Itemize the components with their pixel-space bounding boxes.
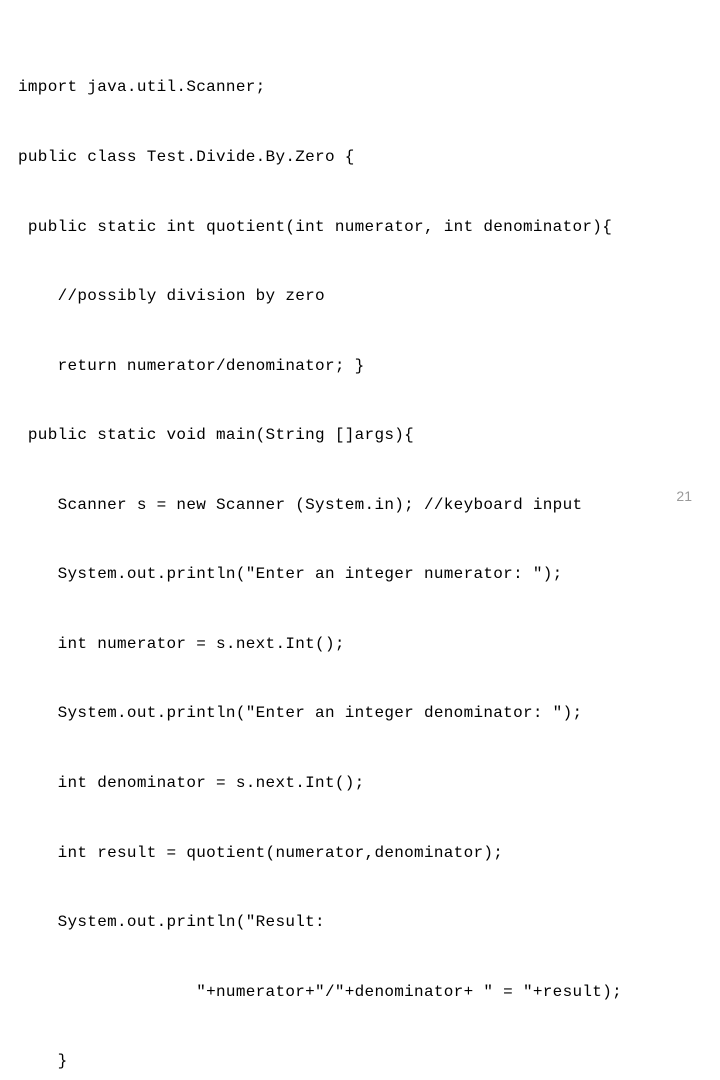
code-line: Scanner s = new Scanner (System.in); //k… [18,494,702,517]
code-line: System.out.println("Enter an integer den… [18,702,702,725]
code-line: int numerator = s.next.Int(); [18,633,702,656]
code-line: "+numerator+"/"+denominator+ " = "+resul… [18,981,702,1004]
code-line: public static void main(String []args){ [18,424,702,447]
code-line: int denominator = s.next.Int(); [18,772,702,795]
code-line: //possibly division by zero [18,285,702,308]
code-line: public static int quotient(int numerator… [18,216,702,239]
code-line: public class Test.Divide.By.Zero { [18,146,702,169]
page-number: 21 [676,486,692,506]
code-line: System.out.println("Enter an integer num… [18,563,702,586]
code-line: } [18,1050,702,1073]
code-line: int result = quotient(numerator,denomina… [18,842,702,865]
code-block: import java.util.Scanner; public class T… [0,0,720,1080]
code-line: System.out.println("Result: [18,911,702,934]
code-line: import java.util.Scanner; [18,76,702,99]
code-line: return numerator/denominator; } [18,355,702,378]
